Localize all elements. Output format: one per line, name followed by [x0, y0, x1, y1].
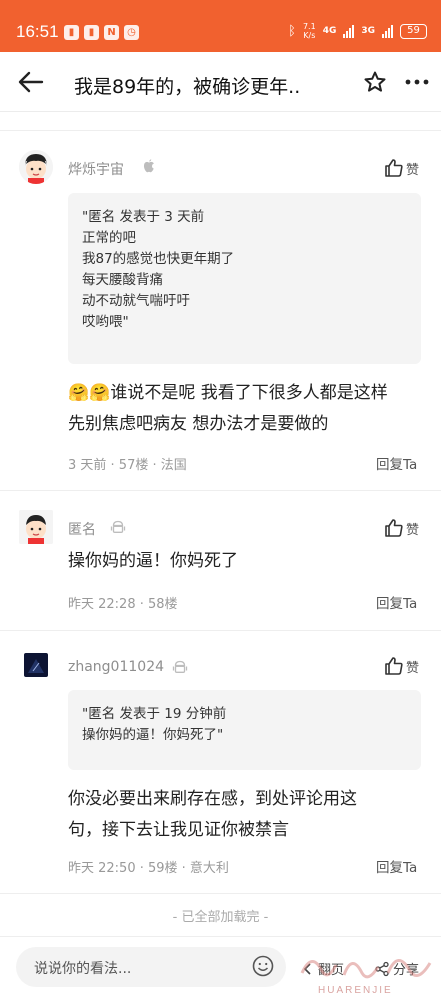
apple-icon: [143, 159, 154, 173]
thumbs-up-icon: [385, 159, 403, 177]
emoji-icon[interactable]: [252, 955, 274, 977]
quote-line: 操你妈的逼！你妈死了": [82, 727, 224, 743]
like-button[interactable]: 赞: [384, 518, 419, 538]
dark-avatar-icon: [24, 653, 48, 677]
avatar[interactable]: [19, 510, 53, 544]
nfc-icon: N: [104, 25, 119, 40]
comment-body: 你没必要出来刷存在感，到处评论用这 句，接下去让我见证你被禁言: [68, 784, 418, 846]
like-label: 赞: [406, 660, 420, 676]
reply-button[interactable]: 回复Ta: [376, 856, 417, 876]
all-loaded-text: - 已全部加载完 -: [172, 910, 269, 925]
comment-divider: [0, 630, 441, 631]
like-button[interactable]: 赞: [384, 158, 419, 178]
android-icon: [172, 660, 188, 673]
comment-username[interactable]: 烨烁宇宙: [68, 159, 124, 179]
comment-body-line: 你没必要出来刷存在感，到处评论用这: [68, 789, 357, 809]
comment-body-line: 先别焦虑吧病友 想办法才是要做的: [68, 414, 329, 434]
comment-body: 操你妈的逼！你妈死了: [68, 546, 418, 577]
flip-page-icon: [303, 962, 311, 975]
comment-divider: [0, 893, 441, 894]
quote-line: 每天腰酸背痛: [82, 272, 163, 288]
quote-line: 哎哟喂": [82, 314, 129, 330]
watermark-text: HUARENJIE: [318, 985, 393, 996]
cartoon-avatar-icon: [19, 510, 53, 544]
comment-body-line: 操你妈的逼！你妈死了: [68, 551, 238, 571]
comment-divider: [0, 490, 441, 491]
quoted-comment: "匿名 发表于 3 天前 正常的吧 我87的感觉也快更年期了 每天腰酸背痛 动不…: [68, 193, 421, 364]
network-type-1: 4G: [322, 26, 337, 36]
like-button[interactable]: 赞: [384, 656, 419, 676]
network-type-2: 3G: [361, 26, 375, 36]
like-label: 赞: [406, 522, 420, 538]
avatar[interactable]: [24, 653, 48, 677]
net-speed: 7.1 K/s: [303, 22, 316, 40]
signal-icon-2: [382, 24, 393, 38]
avatar[interactable]: [19, 150, 53, 184]
comment-body-line: 句，接下去让我见证你被禁言: [68, 820, 289, 840]
quote-line: "匿名 发表于 19 分钟前: [82, 706, 227, 722]
cartoon-avatar-icon: [19, 150, 53, 184]
notification-chat-icon: ▮: [84, 25, 99, 40]
quote-line: 正常的吧: [82, 230, 136, 246]
status-bar: 16:51 ▮ ▮ N ◷ ᛒ 7.1 K/s 4G 3G 59: [0, 0, 441, 52]
quote-line: 动不动就气喘吁吁: [82, 293, 190, 309]
quote-line: "匿名 发表于 3 天前: [82, 209, 205, 225]
comment-meta: 昨天 22:50 · 59楼 · 意大利: [68, 861, 229, 876]
comment-username[interactable]: zhang011024: [68, 659, 164, 675]
share-icon: [375, 961, 389, 976]
net-speed-unit: K/s: [303, 31, 316, 40]
status-app-icons: ▮ ▮ N ◷: [64, 25, 139, 40]
section-divider: [0, 130, 441, 131]
android-icon: [110, 520, 126, 533]
comment-body-line: 🤗🤗谁说不是呢 我看了下很多人都是这样: [68, 383, 388, 403]
net-speed-value: 7.1: [302, 22, 316, 31]
thumbs-up-icon: [385, 519, 403, 537]
comment-input-placeholder: 说说你的看法...: [34, 961, 132, 977]
comment-input[interactable]: 说说你的看法...: [16, 947, 286, 987]
battery-icon: 59: [400, 23, 427, 39]
more-options-icon[interactable]: [404, 78, 430, 86]
comment-meta: 昨天 22:28 · 58楼: [68, 597, 178, 612]
share-button[interactable]: 分享: [374, 959, 419, 978]
quote-line: 我87的感觉也快更年期了: [82, 251, 235, 267]
top-nav-bar: 我是89年的，被确诊更年..: [0, 52, 441, 112]
flip-page-button[interactable]: 翻页: [301, 959, 344, 978]
quoted-comment: "匿名 发表于 19 分钟前 操你妈的逼！你妈死了": [68, 690, 421, 770]
reply-button[interactable]: 回复Ta: [376, 453, 417, 473]
signal-icon: [343, 24, 355, 38]
favorite-star-icon[interactable]: [363, 70, 387, 94]
notification-app-icon: ▮: [64, 25, 79, 40]
flip-page-label: 翻页: [318, 963, 345, 978]
status-indicators: ᛒ 7.1 K/s 4G 3G 59: [288, 22, 427, 40]
status-time: 16:51: [16, 22, 59, 41]
alarm-icon: ◷: [124, 25, 139, 40]
thumbs-up-icon: [385, 657, 403, 675]
back-arrow-icon[interactable]: [18, 70, 44, 94]
reply-button[interactable]: 回复Ta: [376, 592, 417, 612]
comment-meta: 3 天前 · 57楼 · 法国: [68, 458, 187, 473]
comment-body: 🤗🤗谁说不是呢 我看了下很多人都是这样 先别焦虑吧病友 想办法才是要做的: [68, 378, 418, 440]
page-title: 我是89年的，被确诊更年..: [74, 76, 301, 98]
share-label: 分享: [393, 963, 420, 978]
like-label: 赞: [406, 162, 420, 178]
comment-username[interactable]: 匿名: [68, 519, 96, 539]
bluetooth-icon: ᛒ: [288, 23, 296, 39]
